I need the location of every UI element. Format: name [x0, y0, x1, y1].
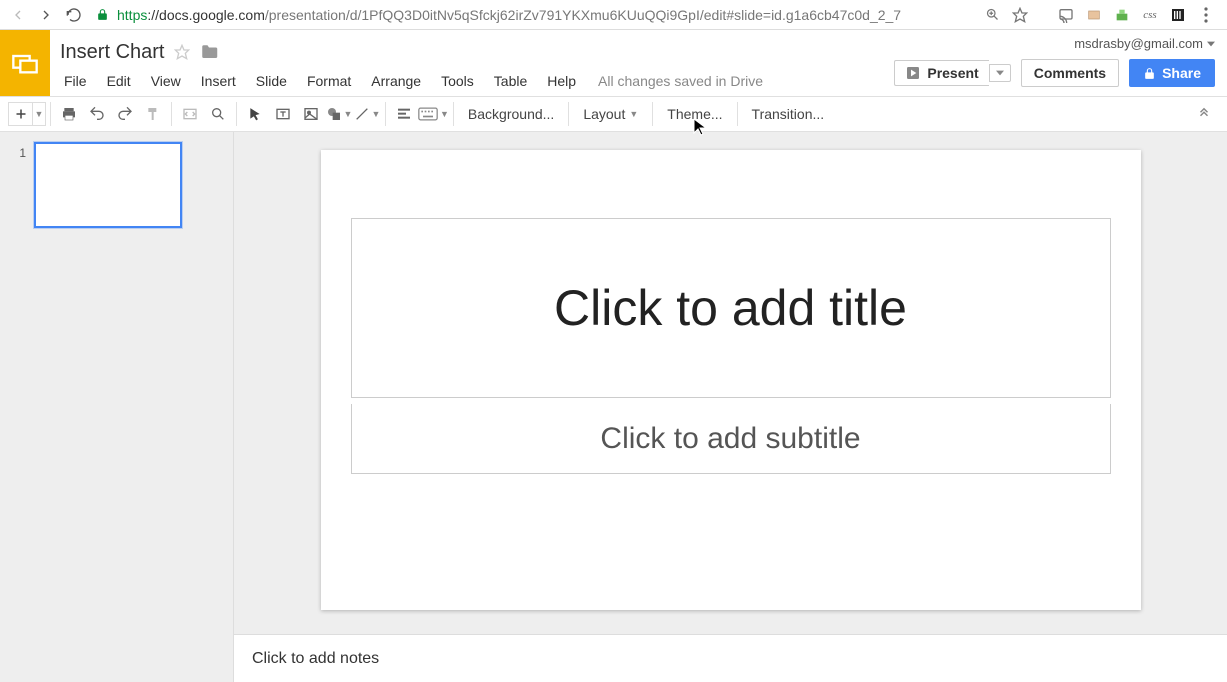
redo-button[interactable] — [111, 100, 139, 128]
theme-button[interactable]: Theme... — [657, 100, 732, 128]
transition-button[interactable]: Transition... — [742, 100, 835, 128]
extension-icon-3[interactable] — [1169, 6, 1187, 24]
toolbar: ▼ ▼ ▼ ▼ Background... Layout▼ Theme... T… — [0, 96, 1227, 132]
slide-thumbnail-1[interactable] — [34, 142, 182, 228]
present-dropdown[interactable] — [989, 64, 1011, 82]
slide-thumbnail-panel: 1 — [0, 132, 234, 682]
background-button[interactable]: Background... — [458, 100, 564, 128]
slides-logo[interactable] — [0, 30, 50, 96]
share-label: Share — [1162, 65, 1201, 81]
comments-button[interactable]: Comments — [1021, 59, 1119, 87]
browser-reload-button[interactable] — [62, 3, 86, 27]
cast-icon[interactable] — [1057, 6, 1075, 24]
slide-thumbnail-number: 1 — [14, 142, 26, 228]
slide: Click to add title Click to add subtitle — [321, 150, 1141, 610]
lock-icon — [96, 8, 109, 21]
menu-format[interactable]: Format — [297, 69, 361, 93]
comments-label: Comments — [1034, 65, 1106, 81]
slide-title-placeholder[interactable]: Click to add title — [351, 218, 1111, 398]
menu-slide[interactable]: Slide — [246, 69, 297, 93]
save-status: All changes saved in Drive — [598, 73, 763, 89]
extension-icon-2[interactable] — [1113, 6, 1131, 24]
url-scheme: https — [117, 7, 147, 23]
zoom-button[interactable] — [204, 100, 232, 128]
menu-view[interactable]: View — [141, 69, 191, 93]
menu-bar: File Edit View Insert Slide Format Arran… — [50, 66, 882, 96]
zoom-fit-button[interactable] — [176, 100, 204, 128]
layout-label: Layout — [583, 106, 625, 122]
slide-canvas[interactable]: Click to add title Click to add subtitle — [234, 132, 1227, 634]
menu-arrange[interactable]: Arrange — [361, 69, 431, 93]
undo-button[interactable] — [83, 100, 111, 128]
browser-address-bar: https://docs.google.com/presentation/d/1… — [0, 0, 1227, 30]
present-button[interactable]: Present — [894, 60, 988, 86]
menu-help[interactable]: Help — [537, 69, 586, 93]
browser-forward-button[interactable] — [34, 3, 58, 27]
slide-title-text: Click to add title — [554, 279, 907, 337]
browser-menu-icon[interactable] — [1197, 6, 1215, 24]
url-path: /presentation/d/1PfQQ3D0itNv5qSfckj62irZ… — [265, 7, 901, 23]
slide-subtitle-text: Click to add subtitle — [600, 422, 860, 456]
layout-button[interactable]: Layout▼ — [573, 100, 648, 128]
star-icon[interactable] — [174, 44, 190, 60]
select-tool-button[interactable] — [241, 100, 269, 128]
menu-table[interactable]: Table — [484, 69, 537, 93]
text-box-button[interactable] — [269, 100, 297, 128]
present-label: Present — [927, 65, 978, 81]
zoom-icon[interactable] — [983, 6, 1001, 24]
shape-button[interactable]: ▼ — [325, 100, 353, 128]
new-slide-button[interactable]: ▼ — [8, 102, 46, 126]
print-button[interactable] — [55, 100, 83, 128]
align-button[interactable] — [390, 100, 418, 128]
image-button[interactable] — [297, 100, 325, 128]
move-to-folder-icon[interactable] — [200, 43, 218, 61]
menu-edit[interactable]: Edit — [97, 69, 141, 93]
notes-placeholder: Click to add notes — [252, 650, 379, 668]
extension-css-icon[interactable]: css — [1141, 6, 1159, 24]
hide-menus-button[interactable] — [1189, 107, 1219, 121]
browser-back-button[interactable] — [6, 3, 30, 27]
account-menu[interactable]: msdrasby@gmail.com — [1074, 36, 1215, 51]
menu-insert[interactable]: Insert — [191, 69, 246, 93]
slide-subtitle-placeholder[interactable]: Click to add subtitle — [351, 404, 1111, 474]
url-host: ://docs.google.com — [147, 7, 265, 23]
keyboard-button[interactable]: ▼ — [418, 100, 449, 128]
browser-url[interactable]: https://docs.google.com/presentation/d/1… — [117, 7, 979, 23]
speaker-notes[interactable]: Click to add notes — [234, 634, 1227, 682]
menu-file[interactable]: File — [54, 69, 97, 93]
paint-format-button[interactable] — [139, 100, 167, 128]
share-button[interactable]: Share — [1129, 59, 1215, 87]
document-title[interactable]: Insert Chart — [60, 41, 164, 64]
account-email: msdrasby@gmail.com — [1074, 36, 1203, 51]
extension-icon-1[interactable] — [1085, 6, 1103, 24]
line-button[interactable]: ▼ — [353, 100, 381, 128]
menu-tools[interactable]: Tools — [431, 69, 484, 93]
bookmark-star-icon[interactable] — [1011, 6, 1029, 24]
